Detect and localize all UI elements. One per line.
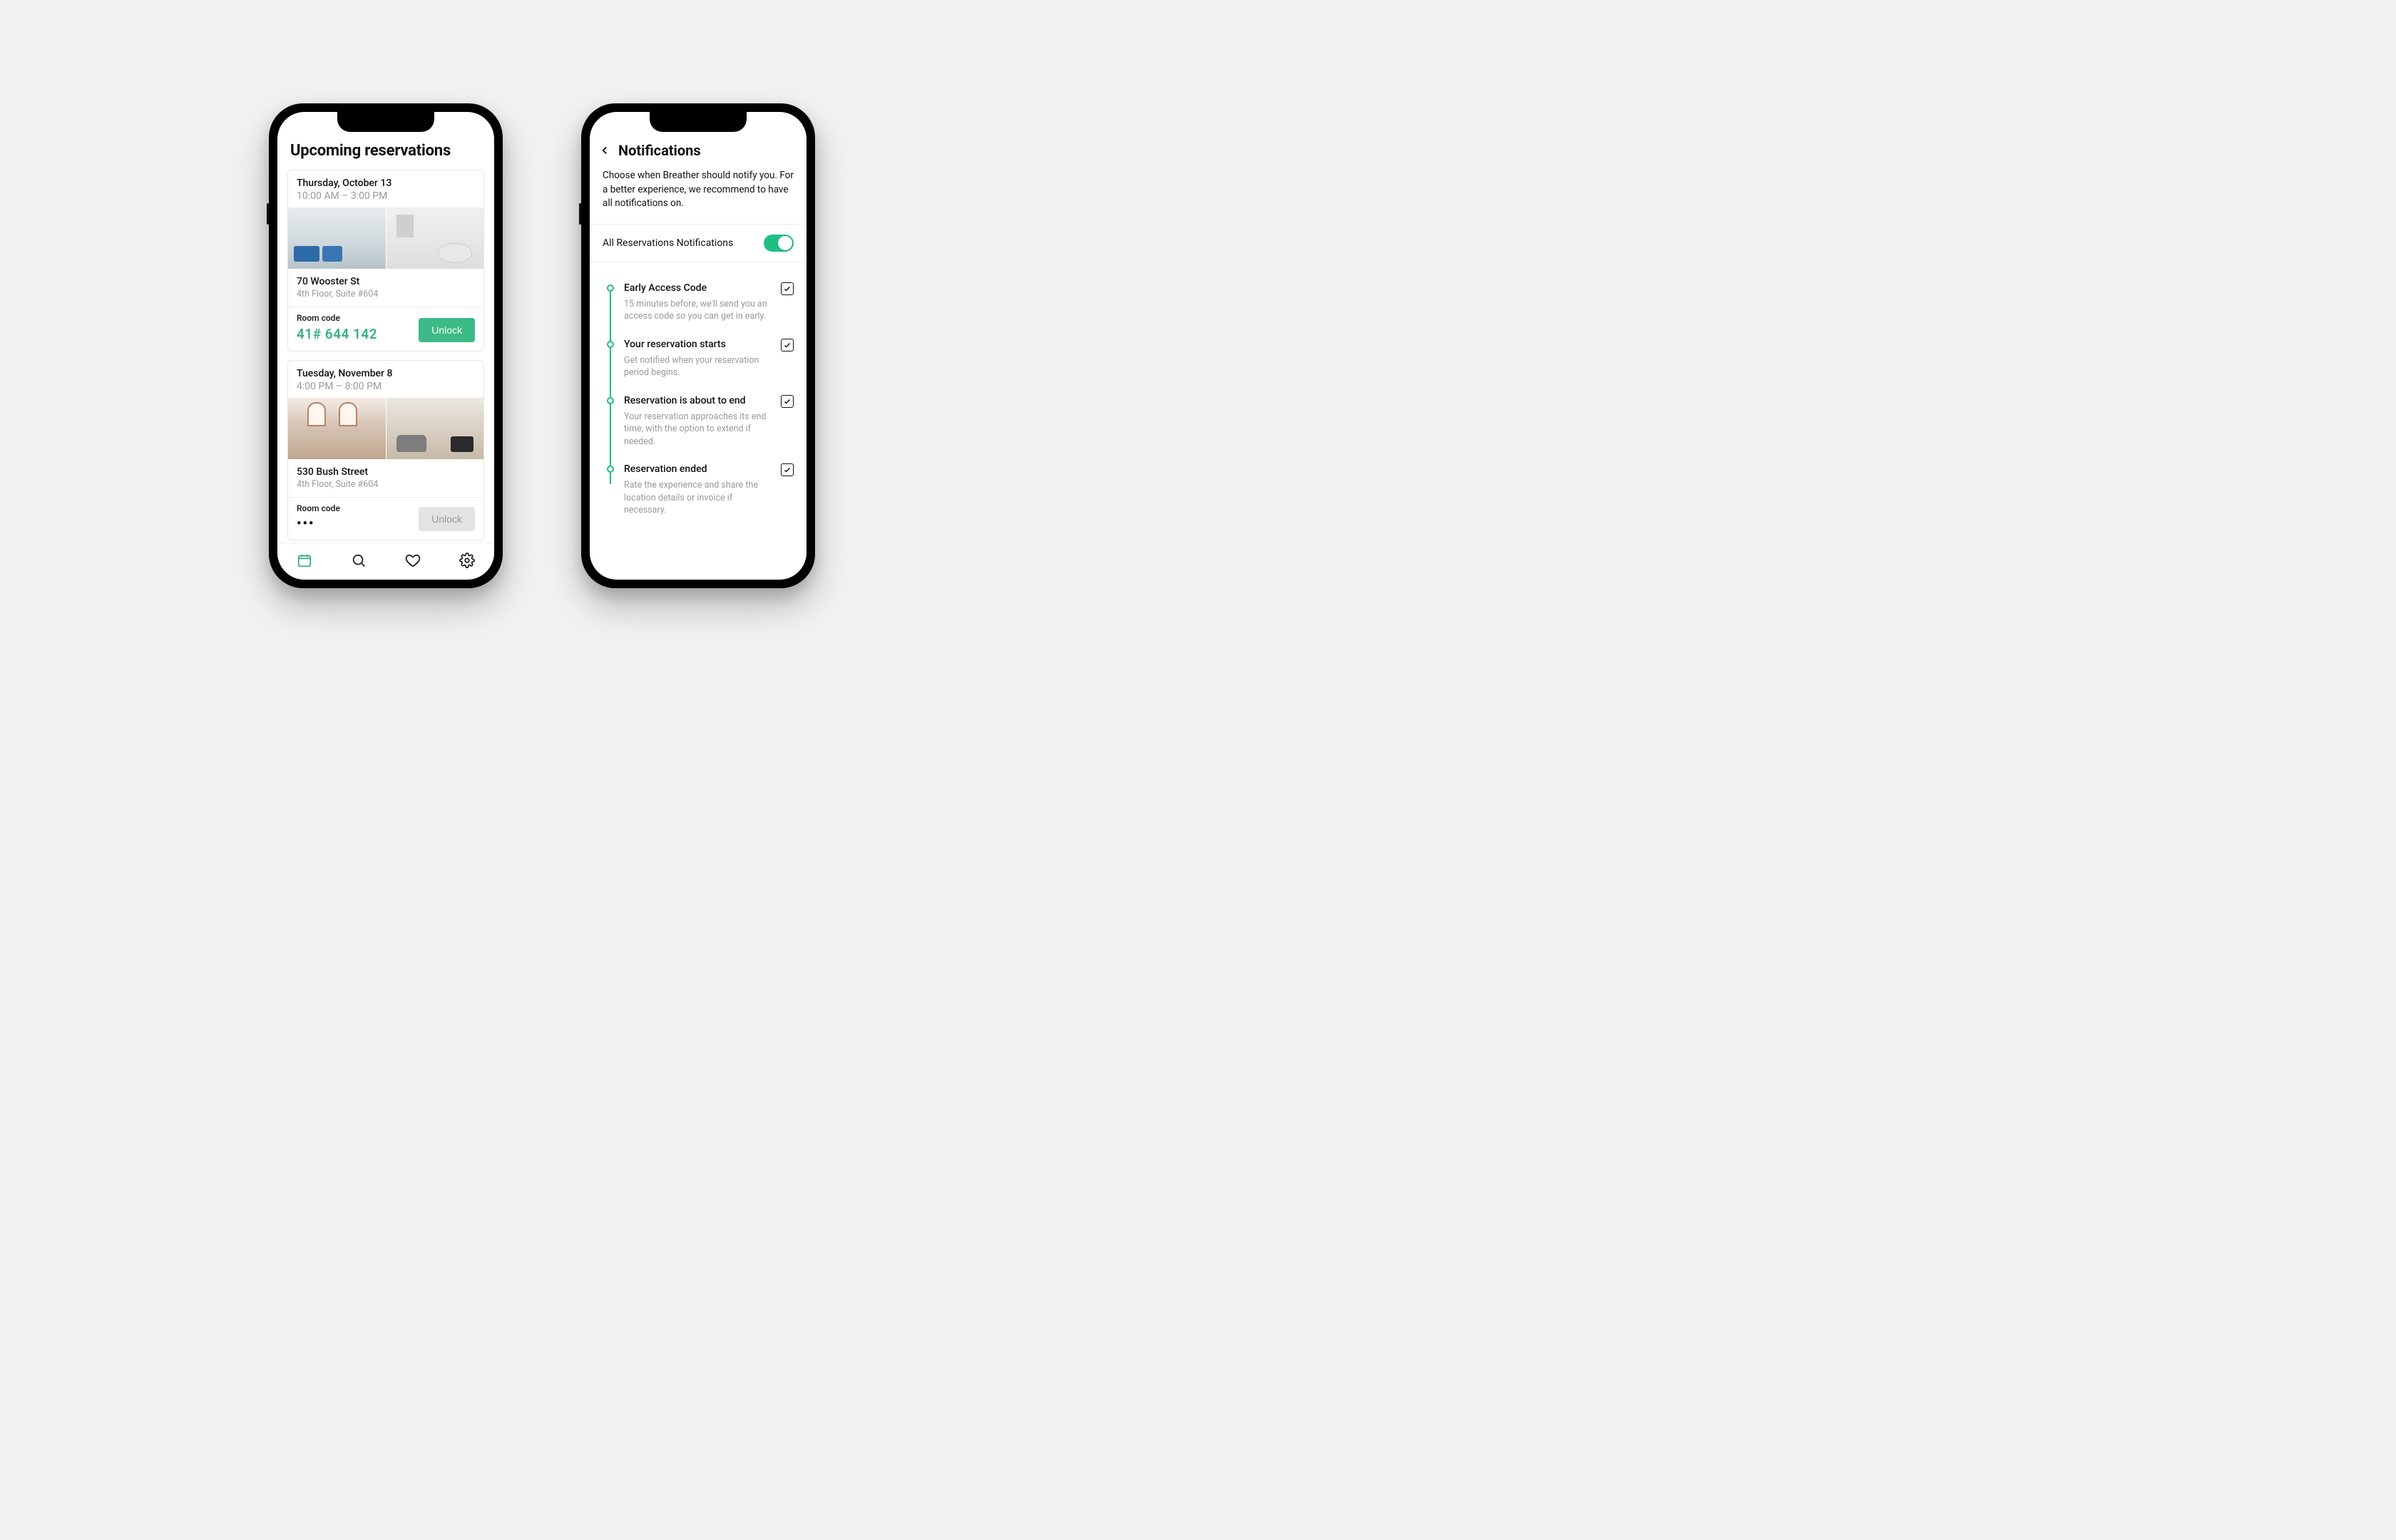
notification-desc: Your reservation approaches its end time… [624, 411, 794, 448]
master-toggle-row: All Reservations Notifications [590, 224, 807, 262]
reservation-time: 4:00 PM – 8:00 PM [297, 381, 475, 392]
phone-reservations: Upcoming reservations Thursday, October … [269, 103, 503, 588]
reservation-card[interactable]: Thursday, October 13 10:00 AM – 3:00 PM … [287, 170, 484, 351]
room-code-row: Room code 41# 644 142 Unlock [288, 307, 483, 351]
tab-favorites[interactable] [404, 553, 422, 571]
notifications-content: Notifications Choose when Breather shoul… [590, 112, 807, 580]
timeline-dot-icon [607, 397, 614, 404]
device-notch [650, 112, 747, 132]
space-photo-icon [386, 398, 484, 459]
check-icon [783, 466, 792, 474]
address-subline: 4th Floor, Suite #604 [297, 289, 475, 299]
notification-checkbox[interactable] [781, 463, 794, 476]
device-notch [337, 112, 434, 132]
card-images [288, 207, 483, 269]
timeline-item: Reservation ended Rate the experience an… [607, 463, 794, 517]
notification-checkbox[interactable] [781, 282, 794, 295]
card-header: Tuesday, November 8 4:00 PM – 8:00 PM [288, 361, 483, 398]
notification-desc: 15 minutes before, we'll send you an acc… [624, 298, 794, 323]
notification-title: Reservation ended [624, 463, 707, 475]
screen: Notifications Choose when Breather shoul… [590, 112, 807, 580]
master-toggle-label: All Reservations Notifications [603, 237, 733, 249]
reservations-header: Upcoming reservations [277, 138, 494, 170]
reservation-card[interactable]: Tuesday, November 8 4:00 PM – 8:00 PM 53… [287, 360, 484, 540]
address-subline: 4th Floor, Suite #604 [297, 479, 475, 490]
reservation-date: Thursday, October 13 [297, 178, 475, 189]
timeline-dot-icon [607, 284, 614, 292]
notification-timeline: Early Access Code 15 minutes before, we'… [590, 262, 807, 524]
timeline-item: Early Access Code 15 minutes before, we'… [607, 282, 794, 323]
check-icon [783, 284, 792, 293]
address-line: 70 Wooster St [297, 276, 475, 287]
unlock-button[interactable]: Unlock [419, 318, 475, 342]
space-photo-icon [288, 398, 386, 459]
card-header: Thursday, October 13 10:00 AM – 3:00 PM [288, 170, 483, 207]
room-code-block: Room code 41# 644 142 [297, 313, 377, 342]
notification-desc: Get notified when your reservation perio… [624, 354, 794, 379]
tab-calendar[interactable] [295, 553, 314, 571]
check-icon [783, 341, 792, 349]
card-address: 70 Wooster St 4th Floor, Suite #604 [288, 269, 483, 307]
notification-checkbox[interactable] [781, 339, 794, 351]
room-code-value: ••• [297, 516, 340, 531]
space-photo-icon [288, 207, 386, 269]
tab-search[interactable] [349, 553, 368, 571]
notification-title: Early Access Code [624, 282, 707, 294]
notification-title: Your reservation starts [624, 339, 726, 350]
screen: Upcoming reservations Thursday, October … [277, 112, 494, 580]
page-title: Upcoming reservations [290, 142, 481, 160]
chevron-left-icon [598, 144, 611, 157]
reservations-content: Upcoming reservations Thursday, October … [277, 112, 494, 543]
reservation-time: 10:00 AM – 3:00 PM [297, 190, 475, 202]
notification-title: Reservation is about to end [624, 395, 746, 406]
card-address: 530 Bush Street 4th Floor, Suite #604 [288, 459, 483, 497]
timeline-dot-icon [607, 341, 614, 348]
card-images [288, 398, 483, 459]
heart-icon [405, 553, 421, 571]
gear-icon [459, 553, 475, 571]
check-icon [783, 397, 792, 406]
timeline-item: Your reservation starts Get notified whe… [607, 339, 794, 379]
tab-settings[interactable] [458, 553, 476, 571]
room-code-value: 41# 644 142 [297, 326, 377, 342]
room-code-block: Room code ••• [297, 503, 340, 531]
address-line: 530 Bush Street [297, 466, 475, 478]
calendar-icon [297, 553, 312, 571]
reservations-list[interactable]: Thursday, October 13 10:00 AM – 3:00 PM … [277, 170, 494, 543]
phone-notifications: Notifications Choose when Breather shoul… [581, 103, 815, 588]
search-icon [351, 553, 367, 571]
notifications-header: Notifications [590, 138, 807, 166]
unlock-button[interactable]: Unlock [419, 507, 475, 531]
back-button[interactable] [598, 144, 611, 157]
notifications-intro: Choose when Breather should notify you. … [590, 166, 807, 224]
room-code-row: Room code ••• Unlock [288, 497, 483, 540]
reservation-date: Tuesday, November 8 [297, 368, 475, 379]
room-code-label: Room code [297, 313, 377, 323]
page-title: Notifications [618, 142, 701, 159]
timeline-item: Reservation is about to end Your reserva… [607, 395, 794, 448]
space-photo-icon [386, 207, 484, 269]
tab-bar [277, 543, 494, 580]
timeline-dot-icon [607, 466, 614, 473]
notification-checkbox[interactable] [781, 395, 794, 408]
room-code-label: Room code [297, 503, 340, 513]
notification-desc: Rate the experience and share the locati… [624, 479, 794, 517]
master-toggle[interactable] [764, 235, 794, 252]
